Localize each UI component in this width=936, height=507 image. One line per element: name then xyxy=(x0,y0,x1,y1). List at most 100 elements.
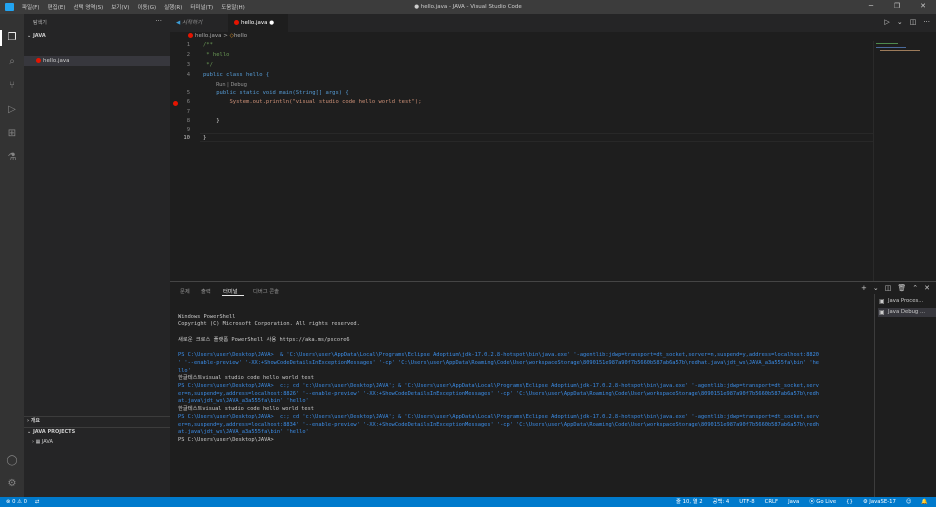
settings-gear-icon[interactable]: ⚙ xyxy=(5,477,19,491)
menu-terminal[interactable]: 터미널(T) xyxy=(190,3,213,11)
trash-icon[interactable]: 🗑 xyxy=(897,284,906,292)
minimap-mark xyxy=(876,43,898,44)
more-actions-icon[interactable]: ··· xyxy=(155,17,162,25)
terminal-output[interactable]: Windows PowerShell Copyright (C) Microsof… xyxy=(178,306,872,460)
breadcrumb-symbol[interactable]: hello xyxy=(234,33,247,39)
editor-actions: ▷ ⌄ ◫ ··· xyxy=(884,18,930,26)
project-name: JAVA xyxy=(41,439,53,445)
modified-dot-icon[interactable]: ● xyxy=(269,20,274,26)
java-file-icon xyxy=(188,32,193,38)
account-icon[interactable]: ◯ xyxy=(5,454,19,468)
menu-view[interactable]: 보기(V) xyxy=(111,3,129,11)
tab-problems[interactable]: 문제 xyxy=(180,287,190,295)
terminal-line: PS C:\Users\user\Desktop\JAVA> c:; cd 'c… xyxy=(178,413,819,420)
project-item-java[interactable]: › ▦ JAVA xyxy=(24,438,170,447)
minimize-icon[interactable]: ─ xyxy=(858,2,884,10)
terminal-line: 한글테스트visual studio code hello world test xyxy=(178,375,314,382)
file-item-hello-java[interactable]: hello.java xyxy=(24,56,170,66)
run-icon[interactable]: ▷ xyxy=(884,18,889,26)
tab-hello-java[interactable]: hello.java ● xyxy=(228,14,288,32)
indentation[interactable]: 공백: 4 xyxy=(713,497,730,507)
feedback-icon[interactable]: ☺ xyxy=(906,497,912,507)
java-projects-section[interactable]: ⌄ JAVA PROJECTS xyxy=(24,428,170,437)
chevron-down-icon[interactable]: ⌄ xyxy=(897,18,903,26)
tab-terminal[interactable]: 터미널 xyxy=(223,287,238,295)
sidebar-title: 탐색기 xyxy=(33,20,47,26)
breadcrumb-separator: > xyxy=(223,33,228,39)
split-terminal-icon[interactable]: ◫ xyxy=(885,284,892,292)
language-mode[interactable]: Java xyxy=(788,497,799,507)
minimap-mark xyxy=(880,50,920,51)
java-status-icon[interactable]: {} xyxy=(846,497,853,507)
line-number: 10 xyxy=(183,135,190,141)
breadcrumb: hello.java > ◇hello xyxy=(170,32,936,41)
line-number: 8 xyxy=(186,118,190,124)
menu-run[interactable]: 실행(R) xyxy=(164,3,182,11)
split-editor-icon[interactable]: ◫ xyxy=(910,18,917,26)
terminal-line: 새로운 크로스 플랫폼 PowerShell 사용 https://aka.ms… xyxy=(178,336,350,343)
breadcrumb-file[interactable]: hello.java xyxy=(195,33,221,39)
line-number: 9 xyxy=(186,127,190,133)
menu-help[interactable]: 도움말(H) xyxy=(221,3,245,11)
menu-go[interactable]: 이동(G) xyxy=(137,3,156,11)
explorer-icon[interactable]: ❐ xyxy=(5,31,19,45)
search-icon[interactable]: ⌕ xyxy=(5,55,19,69)
tab-welcome[interactable]: ◀ 시작하기 xyxy=(170,14,228,32)
terminal-line: at.java\jdt_ws\JAVA_a3a555fa\bin' 'hello… xyxy=(178,429,309,436)
tab-debug-console[interactable]: 디버그 콘솔 xyxy=(253,287,279,295)
menu-selection[interactable]: 선택 영역(S) xyxy=(73,3,103,11)
go-live-button[interactable]: ⦿ Go Live xyxy=(809,497,836,507)
cursor-position[interactable]: 줄 10, 열 2 xyxy=(676,497,703,507)
folder-section-java[interactable]: ⌄ JAVA xyxy=(24,32,170,41)
restore-icon[interactable]: ❐ xyxy=(884,2,910,10)
problems-status[interactable]: ⊗ 0 ⚠ 0 xyxy=(6,497,27,507)
outline-label: 개요 xyxy=(30,418,41,424)
terminal-item-java-debug[interactable]: ▣ Java Debug ... xyxy=(878,308,936,317)
terminal-line: PS C:\Users\user\Desktop\JAVA> c:; cd 'c… xyxy=(178,383,819,389)
terminal-line: er=n,suspend=y,address=localhost:8834' '… xyxy=(178,421,819,428)
menu-bar: 파일(F) 편집(E) 선택 영역(S) 보기(V) 이동(G) 실행(R) 터… xyxy=(22,3,245,11)
jdk-version[interactable]: ⚙ JavaSE-17 xyxy=(863,497,896,507)
testing-icon[interactable]: ⚗ xyxy=(5,151,19,165)
minimap[interactable] xyxy=(873,41,930,281)
editor-tabs: ◀ 시작하기 hello.java ● ▷ ⌄ ◫ ··· xyxy=(170,14,936,32)
code-line: } xyxy=(203,118,220,124)
menu-edit[interactable]: 편집(E) xyxy=(48,3,66,11)
code-editor[interactable]: 1 /** 2 * hello 3 */ 4 public class hell… xyxy=(170,41,936,281)
line-number: 2 xyxy=(186,52,190,58)
menu-file[interactable]: 파일(F) xyxy=(22,3,40,11)
terminal-item-java-process[interactable]: ▣ Java Proces... xyxy=(878,297,936,306)
chevron-down-icon[interactable]: ⌄ xyxy=(873,284,879,292)
terminal-line: PS C:\Users\user\Desktop\JAVA> & 'C:\Use… xyxy=(178,352,819,359)
maximize-icon[interactable]: ⌃ xyxy=(912,284,918,292)
terminal-line: PS C:\Users\user\Desktop\JAVA> xyxy=(178,436,274,443)
code-line: public class hello { xyxy=(203,72,270,78)
end-of-line[interactable]: CRLF xyxy=(765,497,778,507)
close-icon[interactable]: ✕ xyxy=(910,2,936,10)
run-debug-icon[interactable]: ▷ xyxy=(5,103,19,117)
line-number: 6 xyxy=(186,99,190,105)
outline-section[interactable]: › 개요 xyxy=(24,417,170,426)
tab-output[interactable]: 출력 xyxy=(201,287,211,295)
more-actions-icon[interactable]: ··· xyxy=(923,18,930,26)
go-live-label: Go Live xyxy=(816,499,837,505)
extensions-icon[interactable]: ⊞ xyxy=(5,127,19,141)
remote-icon[interactable]: ⇄ xyxy=(35,497,39,507)
notifications-bell-icon[interactable]: 🔔 xyxy=(921,497,928,507)
line-number: 3 xyxy=(186,62,190,68)
active-tab-underline xyxy=(222,295,244,296)
terminal-line: ' '--enable-preview' '-XX:+ShowCodeDetai… xyxy=(178,359,819,366)
java-file-icon xyxy=(234,19,239,25)
terminal-list: ▣ Java Proces... ▣ Java Debug ... xyxy=(874,294,936,498)
status-left: ⊗ 0 ⚠ 0 ⇄ xyxy=(6,497,39,507)
new-terminal-icon[interactable]: + xyxy=(861,284,867,292)
terminal-line: at.java\jdt_ws\JAVA_a3a555fa\bin' 'hello… xyxy=(178,398,309,405)
encoding[interactable]: UTF-8 xyxy=(739,497,754,507)
terminal-line: 한글테스트visual studio code hello world test xyxy=(178,406,314,413)
codelens-run-debug[interactable]: Run | Debug xyxy=(216,82,247,88)
source-control-icon[interactable]: ⑂ xyxy=(5,79,19,93)
close-icon[interactable]: ✕ xyxy=(924,284,930,292)
file-name: hello.java xyxy=(43,58,70,64)
jdk-label: JavaSE-17 xyxy=(869,499,896,505)
